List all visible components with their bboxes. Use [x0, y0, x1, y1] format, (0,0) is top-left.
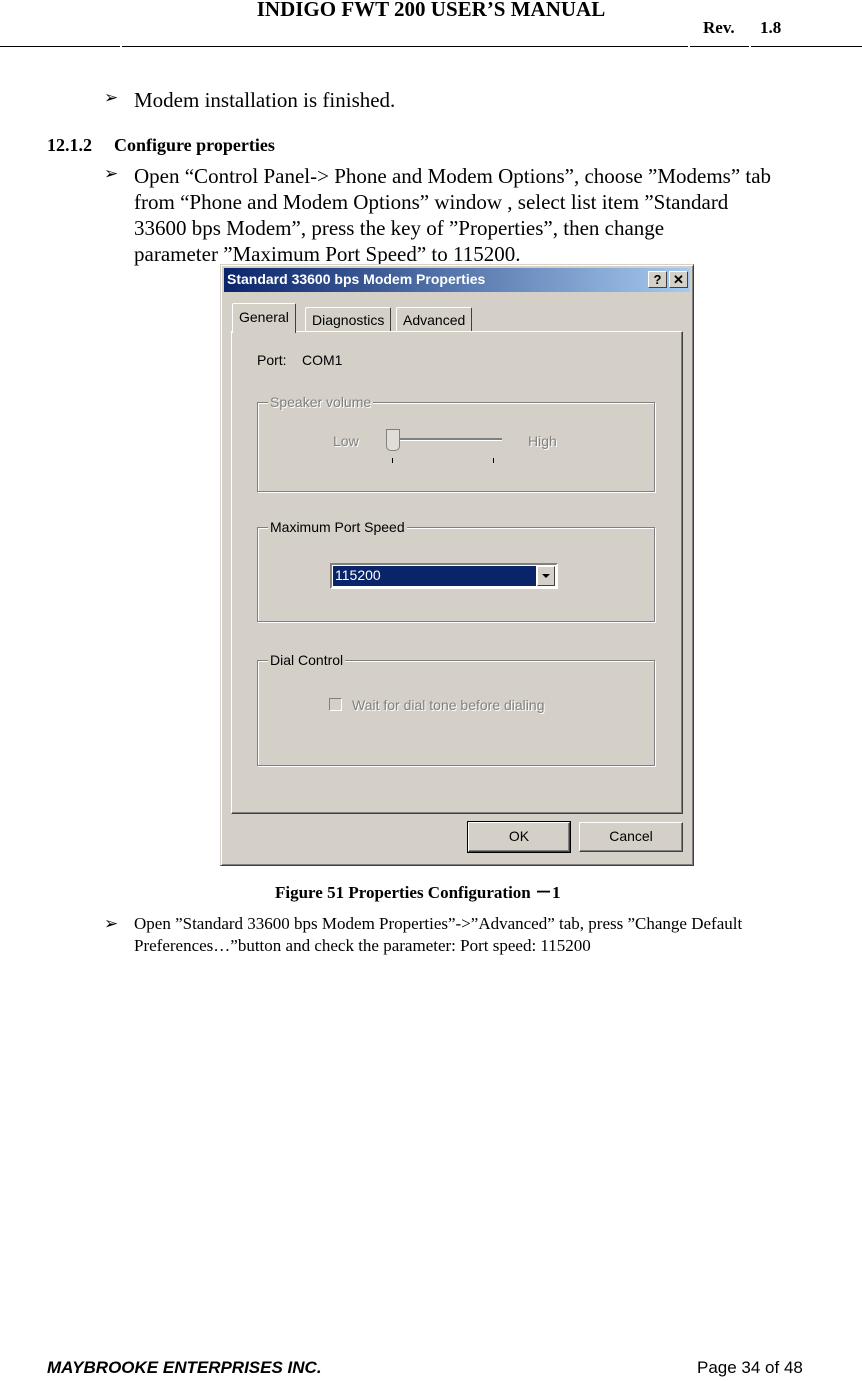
port-value: COM1: [302, 352, 343, 368]
modem-properties-dialog: Standard 33600 bps Modem Properties ? ✕ …: [220, 264, 694, 866]
dial-control-legend: Dial Control: [268, 652, 346, 668]
tab-diagnostics[interactable]: Diagnostics: [305, 307, 392, 331]
bullet-arrow-icon: ➢: [104, 914, 119, 933]
dialog-titlebar[interactable]: Standard 33600 bps Modem Properties ? ✕: [224, 268, 690, 292]
page-number: Page 34 of 48: [697, 1358, 803, 1377]
bullet-text: Modem installation is finished.: [134, 88, 396, 112]
help-icon[interactable]: ?: [648, 271, 667, 288]
max-port-speed-legend: Maximum Port Speed: [268, 519, 407, 535]
max-port-speed-value: 115200: [333, 566, 536, 586]
speaker-high-label: High: [528, 433, 557, 449]
section-title: Configure properties: [114, 135, 275, 155]
tab-panel-general: Port: COM1 Speaker volume Low High Maxim…: [231, 331, 683, 814]
revision-value: 1.8: [760, 18, 782, 37]
bullet-arrow-icon: ➢: [104, 88, 119, 107]
max-port-speed-select[interactable]: 115200: [330, 563, 558, 589]
speaker-volume-legend: Speaker volume: [268, 394, 374, 410]
tab-advanced[interactable]: Advanced: [396, 307, 473, 331]
wait-for-dial-tone-label: Wait for dial tone before dialing: [352, 697, 545, 713]
slider-tick: [392, 458, 393, 463]
bullet-text: Open ”Standard 33600 bps Modem Propertie…: [134, 914, 743, 955]
bullet-text: Open “Control Panel-> Phone and Modem Op…: [134, 164, 772, 266]
cancel-button[interactable]: Cancel: [579, 822, 683, 852]
speaker-volume-group: Speaker volume Low High: [257, 394, 655, 492]
port-label: Port:: [257, 352, 287, 368]
dial-control-group: Dial Control Wait for dial tone before d…: [257, 652, 655, 766]
figure-caption: Figure 51 Properties Configuration －1: [275, 883, 561, 902]
tab-general[interactable]: General: [232, 303, 296, 333]
slider-tick: [493, 458, 494, 463]
header-rule: [0, 46, 862, 47]
dialog-title: Standard 33600 bps Modem Properties: [227, 271, 486, 287]
section-number: 12.1.2: [47, 135, 92, 155]
revision-label: Rev.: [703, 18, 735, 37]
speaker-low-label: Low: [333, 433, 359, 449]
speaker-volume-slider-thumb[interactable]: [386, 429, 400, 451]
wait-for-dial-tone-checkbox[interactable]: [329, 698, 342, 711]
ok-button[interactable]: OK: [467, 821, 571, 853]
footer-company: MAYBROOKE ENTERPRISES INC.: [47, 1358, 322, 1377]
chevron-down-icon[interactable]: [537, 566, 555, 586]
speaker-volume-track[interactable]: [392, 438, 502, 441]
bullet-arrow-icon: ➢: [104, 164, 119, 183]
max-port-speed-group: Maximum Port Speed 115200: [257, 519, 655, 622]
close-icon[interactable]: ✕: [669, 271, 688, 288]
